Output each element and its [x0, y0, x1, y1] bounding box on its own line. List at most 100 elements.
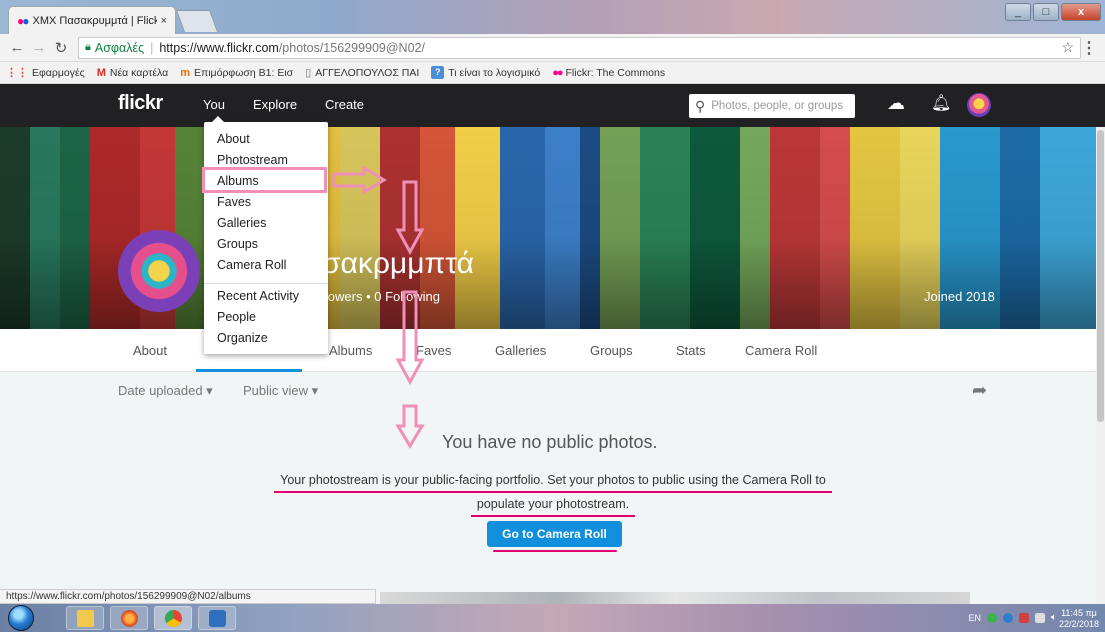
- bookmark-flickr-commons[interactable]: ●● Flickr: The Commons: [552, 67, 665, 79]
- search-input[interactable]: ⚲ Photos, people, or groups: [689, 94, 855, 118]
- bookmark-training[interactable]: m Επιμόρφωση Β1: Εισ: [180, 67, 293, 79]
- bookmarks-bar: ⋮⋮ Εφαρμογές M Νέα καρτέλα m Επιμόρφωση …: [0, 62, 1105, 84]
- search-placeholder: Photos, people, or groups: [711, 100, 843, 112]
- firefox-icon: [121, 610, 138, 627]
- tray-app-icon[interactable]: [987, 612, 997, 623]
- back-arrow-icon[interactable]: ←: [8, 39, 26, 56]
- taskbar-firefox[interactable]: [110, 606, 148, 630]
- bookmark-new-tab[interactable]: M Νέα καρτέλα: [97, 67, 168, 79]
- description-line-2: populate your photostream.: [470, 493, 636, 517]
- software-icon: ?: [431, 66, 445, 79]
- tab-groups[interactable]: Groups: [590, 343, 633, 358]
- search-icon: ⚲: [695, 97, 706, 114]
- browser-menu-icon[interactable]: ⋮: [1081, 38, 1097, 58]
- down-arrow-annotation-icon: [395, 404, 425, 449]
- apps-icon: ⋮⋮: [6, 67, 28, 79]
- menu-item-galleries[interactable]: Galleries: [217, 216, 266, 230]
- bookmark-label: Τι είναι το λογισμικό: [448, 66, 541, 79]
- forward-arrow-icon[interactable]: →: [30, 39, 48, 56]
- notifications-bell-icon[interactable]: 🔔︎: [931, 93, 951, 113]
- flickr-logo[interactable]: flickr: [118, 92, 163, 115]
- menu-item-organize[interactable]: Organize: [217, 331, 268, 345]
- dropdown-caret: [212, 116, 224, 122]
- flickr-icon: ●●: [552, 66, 563, 79]
- tray-monitor-icon[interactable]: [1035, 612, 1045, 623]
- moodle-icon: m: [180, 66, 190, 79]
- lock-icon: 🔒︎: [85, 41, 91, 53]
- upload-cloud-icon[interactable]: ☁: [887, 93, 905, 114]
- browser-tab[interactable]: ●● XMX Πασακρυμμτά | Flickr ×: [8, 6, 176, 34]
- down-arrow-annotation-icon: [395, 290, 425, 386]
- folder-icon: [77, 610, 94, 627]
- joined-date: Joined 2018: [924, 289, 995, 304]
- tab-about[interactable]: About: [133, 343, 167, 358]
- bookmark-apps[interactable]: ⋮⋮ Εφαρμογές: [6, 66, 85, 80]
- bookmark-label: Εφαρμογές: [32, 66, 85, 79]
- public-view-dropdown[interactable]: Public view ▾: [243, 383, 318, 399]
- user-avatar[interactable]: [967, 93, 991, 117]
- albums-highlight-box: [202, 167, 327, 193]
- close-window-button[interactable]: x: [1061, 3, 1101, 21]
- date-uploaded-dropdown[interactable]: Date uploaded ▾: [118, 383, 213, 399]
- tray-network-icon[interactable]: [1003, 612, 1013, 623]
- tab-stats[interactable]: Stats: [676, 343, 706, 358]
- windows-taskbar: EN 🔈︎ 11:45 πμ 22/2/2018: [0, 604, 1105, 632]
- tray-flag-icon[interactable]: [1019, 612, 1029, 623]
- address-bar[interactable]: 🔒︎ Ασφαλές | https://www.flickr.com /pho…: [78, 36, 1081, 59]
- active-tab-indicator: [196, 369, 302, 372]
- system-tray: EN 🔈︎: [968, 612, 1057, 623]
- menu-item-people[interactable]: People: [217, 310, 256, 324]
- bookmark-software[interactable]: ? Τι είναι το λογισμικό: [431, 66, 540, 79]
- tab-title: XMX Πασακρυμμτά | Flickr: [32, 14, 157, 27]
- menu-item-recent-activity[interactable]: Recent Activity: [217, 289, 299, 303]
- right-arrow-annotation-icon: [332, 165, 387, 195]
- clock-date: 22/2/2018: [1058, 619, 1099, 629]
- url-path: /photos/156299909@N02/: [278, 40, 425, 55]
- tab-camera-roll[interactable]: Camera Roll: [745, 343, 817, 358]
- start-button[interactable]: [8, 605, 34, 631]
- bookmark-label: ΑΓΓΕΛΟΠΟΥΛΟΣ ΠΑΙ: [315, 66, 420, 79]
- bookmark-document[interactable]: ▯ ΑΓΓΕΛΟΠΟΥΛΟΣ ΠΑΙ: [305, 66, 420, 80]
- go-to-camera-roll-button[interactable]: Go to Camera Roll: [487, 521, 622, 547]
- menu-item-camera-roll[interactable]: Camera Roll: [217, 258, 286, 272]
- minimize-button[interactable]: _: [1005, 3, 1031, 21]
- down-arrow-annotation-icon: [395, 180, 425, 256]
- menu-item-about[interactable]: About: [217, 132, 250, 146]
- divider: |: [150, 40, 154, 55]
- clock-time: 11:45 πμ: [1061, 608, 1097, 618]
- annotation-underline: [493, 550, 617, 552]
- scrollbar-thumb[interactable]: [1097, 130, 1104, 422]
- nav-create[interactable]: Create: [325, 97, 364, 112]
- taskbar-explorer[interactable]: [66, 606, 104, 630]
- tab-galleries[interactable]: Galleries: [495, 343, 546, 358]
- share-icon[interactable]: ➦: [972, 380, 987, 401]
- reload-icon[interactable]: ↻: [52, 39, 70, 57]
- language-indicator[interactable]: EN: [968, 613, 981, 623]
- doc-icon: ▯: [305, 67, 312, 79]
- system-clock[interactable]: 11:45 πμ 22/2/2018: [1059, 608, 1099, 630]
- menu-item-photostream[interactable]: Photostream: [217, 153, 288, 167]
- profile-avatar[interactable]: [118, 230, 200, 312]
- nav-explore[interactable]: Explore: [253, 97, 297, 112]
- menu-divider: [204, 283, 328, 284]
- you-dropdown-menu: About Photostream Albums Faves Galleries…: [204, 116, 328, 354]
- new-tab-button[interactable]: [175, 10, 219, 32]
- volume-icon[interactable]: 🔈︎: [1051, 612, 1057, 623]
- tab-close-icon[interactable]: ×: [161, 15, 167, 27]
- maximize-button[interactable]: □: [1033, 3, 1059, 21]
- browser-tab-strip: ●● XMX Πασακρυμμτά | Flickr × _ □ x: [0, 0, 1105, 34]
- empty-state-description: Your photostream is your public-facing p…: [266, 469, 840, 517]
- menu-item-groups[interactable]: Groups: [217, 237, 258, 251]
- bookmark-star-icon[interactable]: ☆: [1061, 39, 1074, 56]
- url-host: https://www.flickr.com: [159, 40, 279, 55]
- tab-albums[interactable]: Albums: [329, 343, 372, 358]
- taskbar-chrome[interactable]: [154, 606, 192, 630]
- description-line-1: Your photostream is your public-facing p…: [274, 469, 832, 493]
- status-bar-url: https://www.flickr.com/photos/156299909@…: [0, 589, 376, 604]
- secure-label: Ασφαλές: [94, 40, 145, 55]
- taskbar-app[interactable]: [198, 606, 236, 630]
- nav-you[interactable]: You: [203, 97, 225, 112]
- profile-tabs: About Albums Faves Galleries Groups Stat…: [0, 329, 1105, 372]
- menu-item-faves[interactable]: Faves: [217, 195, 251, 209]
- gmail-icon: M: [96, 66, 106, 79]
